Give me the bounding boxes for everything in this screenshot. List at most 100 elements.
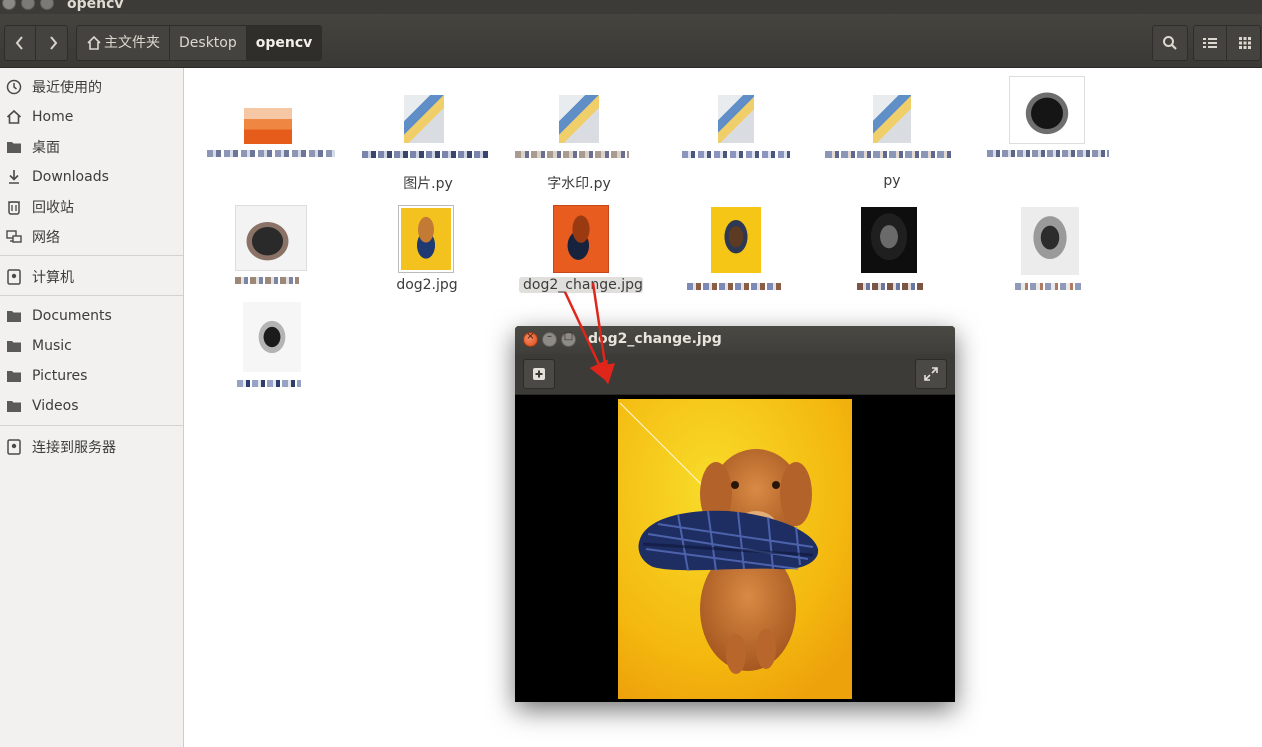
image-viewer-window: × – □ dog2_change.jpg [515, 326, 955, 702]
trash-icon [8, 201, 20, 215]
file-item[interactable] [1015, 205, 1095, 295]
file-thumbnail [718, 95, 754, 143]
window-minimize-button[interactable] [21, 0, 35, 10]
sidebar-divider [0, 255, 183, 256]
home-icon [6, 109, 22, 124]
file-thumbnail [1021, 207, 1079, 275]
sidebar-item-home[interactable]: Home [0, 104, 183, 130]
file-item[interactable] [207, 98, 347, 193]
sidebar-item-trash[interactable]: 回收站 [0, 194, 183, 220]
file-thumbnail [711, 207, 761, 273]
blurred-filename [825, 151, 953, 158]
file-thumbnail [244, 108, 292, 144]
breadcrumb-home[interactable]: 主文件夹 [77, 26, 170, 60]
dog-photo [618, 399, 852, 699]
grid-view-button[interactable] [1228, 26, 1261, 60]
title-bar: opencv [0, 0, 1262, 14]
drive-icon [7, 269, 21, 285]
sidebar-item-connect-server[interactable]: 连接到服务器 [0, 434, 183, 460]
sidebar-item-videos[interactable]: Videos [0, 393, 183, 419]
viewer-title: dog2_change.jpg [588, 331, 722, 347]
file-label-selected: dog2_change.jpg [519, 277, 643, 293]
breadcrumb-opencv[interactable]: opencv [246, 26, 322, 60]
breadcrumb-home-label: 主文件夹 [104, 35, 160, 51]
file-item[interactable] [682, 93, 797, 193]
back-button[interactable] [5, 26, 36, 60]
window-maximize-button[interactable] [40, 0, 54, 10]
folder-icon [7, 341, 21, 352]
sidebar-item-label: 最近使用的 [32, 80, 102, 96]
blurred-filename [515, 151, 629, 158]
sidebar-item-recent[interactable]: 最近使用的 [0, 74, 183, 100]
blurred-filename [207, 150, 335, 157]
search-icon [1163, 36, 1177, 50]
file-label: 字水印.py [547, 176, 611, 192]
file-item[interactable]: dog2.jpg [382, 205, 472, 295]
clock-icon [6, 79, 22, 95]
file-item[interactable] [687, 205, 787, 295]
folder-icon [7, 311, 21, 322]
breadcrumb-desktop[interactable]: Desktop [170, 26, 247, 60]
file-thumbnail [398, 205, 454, 273]
window-title: opencv [67, 0, 124, 12]
sidebar-item-label: Pictures [32, 368, 88, 384]
network-icon [6, 230, 22, 243]
search-button[interactable] [1152, 25, 1188, 61]
folder-icon [7, 142, 21, 153]
list-view-icon [1203, 38, 1217, 48]
file-item[interactable] [237, 300, 307, 400]
file-item[interactable]: 图片.py [362, 93, 492, 193]
sidebar-item-label: Documents [32, 308, 112, 324]
file-item[interactable] [857, 205, 937, 295]
file-item[interactable]: 字水印.py [515, 93, 645, 193]
viewer-add-button[interactable] [523, 359, 555, 389]
blurred-filename [987, 150, 1109, 157]
sidebar-item-label: 回收站 [32, 200, 74, 216]
window-close-button[interactable] [2, 0, 16, 10]
sidebar-item-downloads[interactable]: Downloads [0, 164, 183, 190]
forward-button[interactable] [37, 26, 68, 60]
sidebar-item-label: 网络 [32, 230, 60, 246]
list-view-button[interactable] [1194, 26, 1227, 60]
navigation-buttons [4, 25, 68, 61]
viewer-fullscreen-button[interactable] [915, 359, 947, 389]
blurred-filename [1015, 283, 1081, 290]
viewer-close-button[interactable]: × [523, 331, 538, 347]
file-item[interactable] [987, 76, 1109, 188]
file-manager-window: opencv 主文件夹 Desktop opencv 最近使用的 Home 桌面… [0, 0, 1262, 747]
add-icon [533, 368, 545, 380]
view-mode-buttons [1193, 25, 1261, 61]
sidebar-item-desktop[interactable]: 桌面 [0, 134, 183, 160]
file-item[interactable] [227, 203, 317, 293]
file-thumbnail [553, 205, 609, 273]
file-thumbnail [861, 207, 917, 273]
viewer-title-bar: × – □ dog2_change.jpg [515, 326, 955, 354]
sidebar-item-label: Downloads [32, 169, 109, 185]
folder-icon [7, 401, 21, 412]
file-label: dog2.jpg [396, 277, 458, 293]
server-icon [7, 439, 21, 455]
sidebar-item-label: Music [32, 338, 72, 354]
blurred-filename [857, 283, 923, 290]
sidebar-item-documents[interactable]: Documents [0, 303, 183, 329]
blurred-filename [687, 283, 783, 290]
file-thumbnail [404, 95, 444, 143]
blurred-filename [362, 151, 490, 158]
sidebar-item-music[interactable]: Music [0, 333, 183, 359]
file-thumbnail [873, 95, 911, 143]
sidebar: 最近使用的 Home 桌面 Downloads 回收站 网络 计算机 Docum… [0, 68, 184, 747]
breadcrumb: 主文件夹 Desktop opencv [76, 25, 323, 61]
sidebar-item-network[interactable]: 网络 [0, 224, 183, 250]
sidebar-item-label: Videos [32, 398, 79, 414]
sidebar-divider [0, 425, 183, 426]
viewer-maximize-button[interactable]: □ [561, 331, 576, 347]
viewer-minimize-button[interactable]: – [542, 331, 557, 347]
download-icon [9, 170, 19, 184]
sidebar-item-computer[interactable]: 计算机 [0, 264, 183, 290]
file-item[interactable]: py [825, 93, 955, 193]
viewer-toolbar [515, 354, 955, 395]
sidebar-item-pictures[interactable]: Pictures [0, 363, 183, 389]
toolbar: 主文件夹 Desktop opencv [0, 14, 1262, 68]
blurred-filename [235, 277, 299, 284]
file-item-selected[interactable]: dog2_change.jpg [519, 205, 649, 295]
